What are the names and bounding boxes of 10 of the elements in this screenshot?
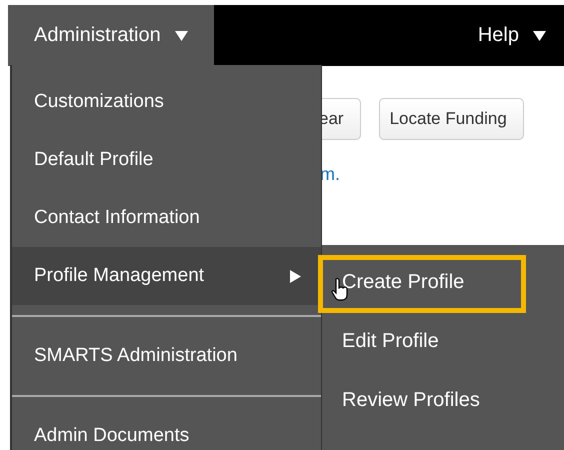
toolbar-button[interactable]: Locate Funding <box>378 98 524 140</box>
caret-icon <box>174 30 188 40</box>
menu-item[interactable]: Profile Management <box>12 247 321 305</box>
submenu-item[interactable]: Review Profiles <box>322 371 564 430</box>
submenu-arrow-icon <box>290 270 301 282</box>
nav-menu-item[interactable]: Help <box>452 5 564 66</box>
nav-menu-item[interactable]: Administration <box>8 5 214 66</box>
submenu-item[interactable]: Edit Profile <box>322 312 564 371</box>
caret-icon <box>533 30 546 40</box>
submenu-item[interactable]: Create Profile <box>322 253 564 312</box>
